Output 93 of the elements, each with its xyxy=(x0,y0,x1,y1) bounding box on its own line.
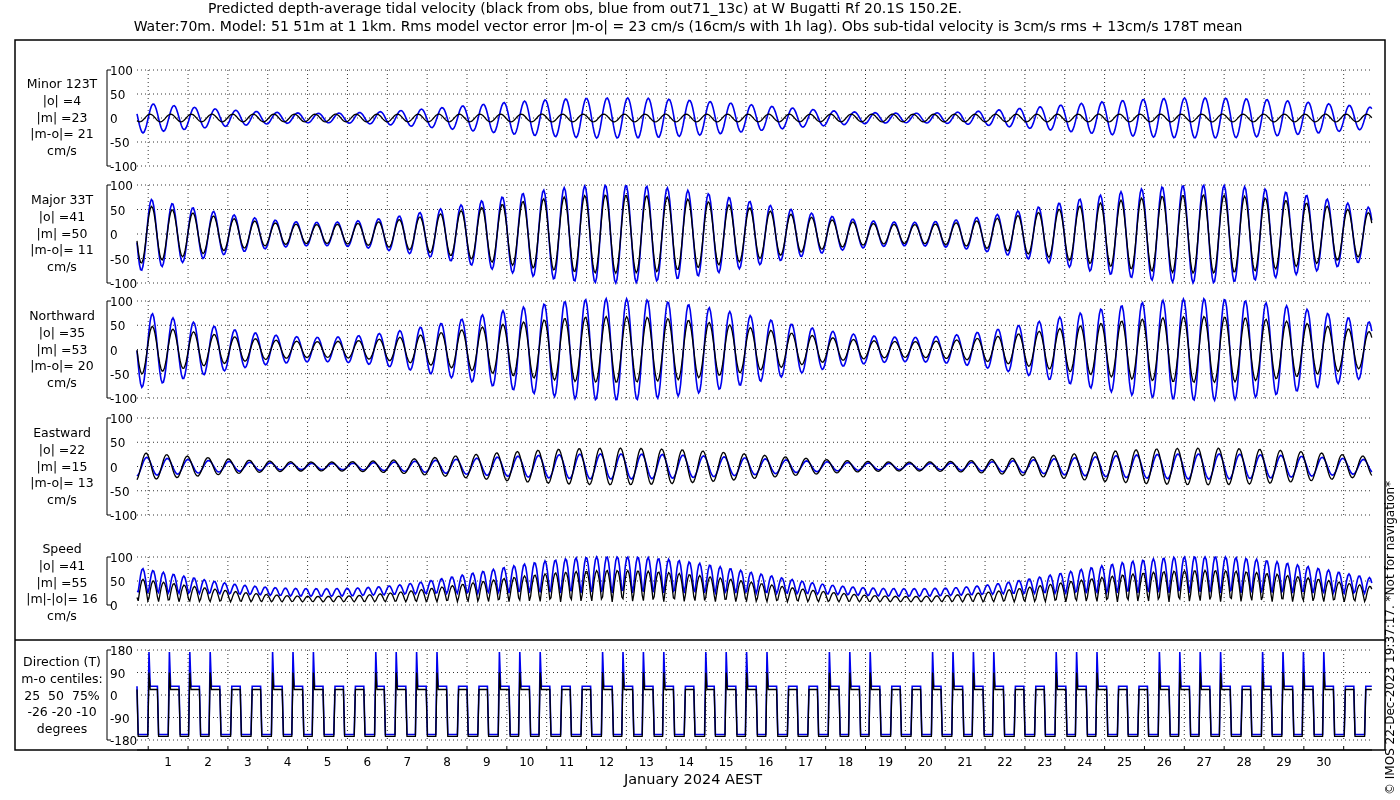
tick-label: 100 xyxy=(110,412,133,426)
tick-label: 1 xyxy=(164,755,172,769)
tick-label: 27 xyxy=(1196,755,1212,769)
panel-label: cm/s xyxy=(47,608,77,624)
tick-label: 18 xyxy=(837,755,854,769)
tick-label: -180 xyxy=(110,734,138,748)
panel-label: cm/s xyxy=(47,259,77,275)
tick-label: 21 xyxy=(957,755,973,769)
tick-label: 50 xyxy=(110,436,126,451)
tick-label: 26 xyxy=(1156,755,1172,769)
panel-label: m-o centiles: xyxy=(21,670,103,686)
tick-label: -100 xyxy=(110,277,138,291)
panel-label: |m-o|= 13 xyxy=(30,475,94,491)
tick-label: -50 xyxy=(110,484,130,499)
tick-label: 24 xyxy=(1077,755,1093,769)
tick-label: 8 xyxy=(443,755,451,769)
tick-label: 17 xyxy=(798,755,814,769)
tick-label: 0 xyxy=(110,689,118,703)
tick-label: 25 xyxy=(1116,755,1133,769)
panel-label: |o| =41 xyxy=(38,557,86,573)
tick-label: 10 xyxy=(519,755,535,769)
tick-label: -50 xyxy=(110,367,130,382)
tick-label: 16 xyxy=(758,755,774,769)
tick-label: 6 xyxy=(363,755,372,769)
tick-label: 2 xyxy=(204,755,212,769)
tick-label: 9 xyxy=(483,755,491,769)
panel-label: |m-o|= 20 xyxy=(30,358,94,374)
panel-label: 25 50 75% xyxy=(24,687,100,703)
axis-title: January 2024 AEST xyxy=(623,771,763,787)
tick-label: 11 xyxy=(559,755,575,769)
panel-label: Direction (T) xyxy=(23,654,101,669)
panel-label: cm/s xyxy=(47,375,77,391)
tick-label: -100 xyxy=(110,509,138,523)
tick-label: 14 xyxy=(678,755,694,769)
panel-label: |m| =53 xyxy=(36,341,88,357)
panel-label: |m-o|= 11 xyxy=(30,242,94,258)
tick-label: 90 xyxy=(110,666,126,681)
tick-label: 0 xyxy=(110,343,118,358)
tick-label: 22 xyxy=(997,755,1013,769)
panel-label: -26 -20 -10 xyxy=(27,704,97,720)
tick-label: 50 xyxy=(110,203,126,218)
panel-label: Northward xyxy=(29,308,95,323)
panel-label: |m| =55 xyxy=(36,574,88,590)
tick-label: 50 xyxy=(110,575,126,589)
panel-label: |m| =50 xyxy=(36,225,88,241)
panel-label: |m| =15 xyxy=(36,458,88,474)
panel-label: cm/s xyxy=(47,143,77,159)
panel-label: |o| =35 xyxy=(38,324,86,340)
tick-label: 0 xyxy=(110,460,118,475)
tick-label: 28 xyxy=(1236,755,1252,769)
tick-label: 50 xyxy=(110,319,126,334)
tick-label: 100 xyxy=(110,551,133,565)
tick-label: 30 xyxy=(1316,755,1332,769)
tick-label: 23 xyxy=(1037,755,1053,769)
tick-label: 50 xyxy=(110,88,126,102)
y-axis xyxy=(106,556,112,606)
chart-subtitle: Water:70m. Model: 51 51m at 1 1km. Rms model vector error |m-o| = 23 cm/s (16cm/s with 1h lag). Obs sub-tidal velocity is 3cm/s rms + 13cm/s 178T mean xyxy=(133,18,1243,34)
panel-label: Minor 123T xyxy=(26,76,98,91)
tick-label: 100 xyxy=(110,179,133,193)
tick-label: 15 xyxy=(718,755,734,769)
tick-label: 0 xyxy=(110,112,118,126)
tick-label: 0 xyxy=(110,599,118,613)
tick-label: 12 xyxy=(598,755,615,769)
tick-label: 19 xyxy=(877,755,894,769)
tick-label: 20 xyxy=(917,755,933,769)
panel-label: Major 33T xyxy=(30,192,94,207)
panel-label: |o| =41 xyxy=(38,208,86,224)
panel-label: Eastward xyxy=(33,425,91,440)
tick-label: 29 xyxy=(1276,755,1292,769)
panel-label: degrees xyxy=(36,721,88,737)
tick-label: 180 xyxy=(110,644,133,658)
tick-label: 3 xyxy=(244,755,252,769)
tick-label: -50 xyxy=(110,252,130,267)
tick-label: 7 xyxy=(403,755,412,769)
panel-label: |o| =4 xyxy=(42,92,82,108)
chart-title: Predicted depth-average tidal velocity (black from obs, blue from out71_13c) at W Bugatti Rf 20.1S 150.2E. xyxy=(208,0,962,16)
tick-label: 13 xyxy=(638,755,654,769)
panel-label: Speed xyxy=(42,541,82,556)
copyright-note: © IMOS 22-Dec-2023 19:37:17. *Not for navigation* xyxy=(1383,480,1397,795)
tick-label: -100 xyxy=(110,392,138,406)
panel-label: |o| =22 xyxy=(38,441,86,457)
panel-label: cm/s xyxy=(47,492,77,508)
tick-label: -50 xyxy=(110,136,130,150)
tick-label: 0 xyxy=(110,228,118,242)
tick-label: -100 xyxy=(110,160,138,174)
panel-label: |m|-|o|= 16 xyxy=(26,591,98,607)
tick-label: 4 xyxy=(283,755,292,769)
panel-label: |m| =23 xyxy=(36,109,88,125)
tick-label: 100 xyxy=(110,64,133,78)
tick-label: -90 xyxy=(110,711,130,726)
panel-label: |m-o|= 21 xyxy=(30,126,94,142)
tick-label: 5 xyxy=(323,755,332,769)
tick-label: 100 xyxy=(110,295,133,309)
